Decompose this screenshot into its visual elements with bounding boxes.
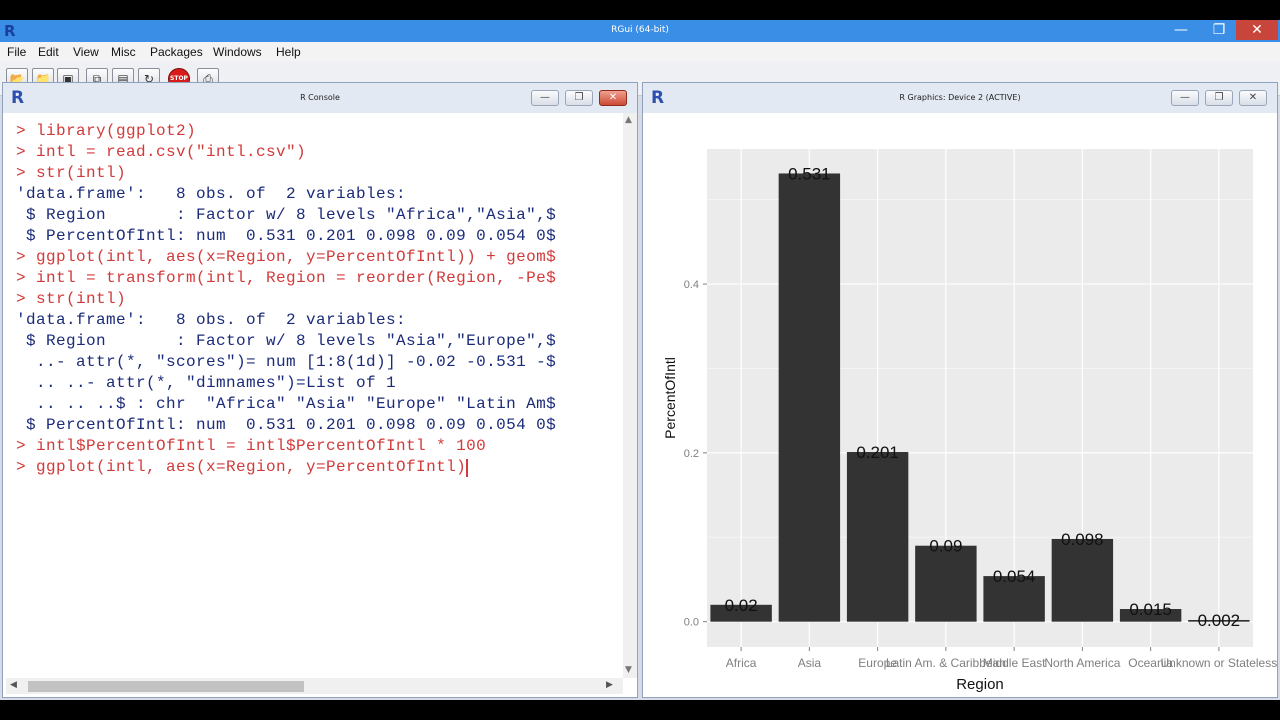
bar-value-label: 0.531 — [788, 164, 831, 183]
console-input-line: > ggplot(intl, aes(x=Region, y=PercentOf… — [16, 248, 557, 266]
console-input-line: > intl = read.csv("intl.csv") — [16, 143, 307, 161]
maximize-button[interactable]: ❐ — [1204, 20, 1234, 40]
console-input-line: > intl$PercentOfIntl = intl$PercentOfInt… — [16, 437, 487, 455]
menu-help[interactable]: Help — [276, 45, 301, 59]
graphics-minimize-button[interactable]: — — [1171, 90, 1199, 106]
scroll-up-icon[interactable]: ▲ — [625, 115, 632, 125]
horizontal-scrollbar[interactable]: ◀ ▶ — [6, 678, 623, 694]
console-close-button[interactable]: ✕ — [599, 90, 627, 106]
x-axis-title: Region — [956, 676, 1004, 693]
console-output-line: .. ..- attr(*, "dimnames")=List of 1 — [16, 374, 397, 392]
bar-value-label: 0.201 — [856, 443, 899, 462]
y-axis-title: PercentOfIntl — [662, 357, 678, 439]
close-button[interactable]: ✕ — [1236, 20, 1278, 40]
menu-edit[interactable]: Edit — [38, 45, 59, 59]
menu-packages[interactable]: Packages — [150, 45, 203, 59]
console-input-line: > str(intl) — [16, 290, 127, 308]
scroll-right-icon[interactable]: ▶ — [606, 680, 613, 690]
console-output-line: 'data.frame': 8 obs. of 2 variables: — [16, 185, 407, 203]
x-tick-label: North America — [1044, 656, 1120, 670]
console-output[interactable]: > library(ggplot2) > intl = read.csv("int… — [6, 113, 623, 673]
console-output-line: $ PercentOfIntl: num 0.531 0.201 0.098 0… — [16, 227, 557, 245]
graphics-restore-button[interactable]: ❐ — [1205, 90, 1233, 106]
bar-value-label: 0.015 — [1129, 600, 1172, 619]
console-output-line: $ Region : Factor w/ 8 levels "Asia","Eu… — [16, 332, 557, 350]
scroll-thumb[interactable] — [28, 681, 304, 692]
bar-chart: 0.00.20.40.02Africa0.531Asia0.201Europe0… — [662, 149, 1277, 693]
console-title-bar[interactable]: R R Console — ❐ ✕ — [3, 83, 637, 113]
console-input-line: > intl = transform(intl, Region = reorde… — [16, 269, 557, 287]
graphics-title-bar[interactable]: R R Graphics: Device 2 (ACTIVE) — ❐ ✕ — [643, 83, 1277, 113]
console-output-line: $ Region : Factor w/ 8 levels "Africa","… — [16, 206, 557, 224]
menu-view[interactable]: View — [73, 45, 99, 59]
console-input-line: > str(intl) — [16, 164, 127, 182]
console-output-line: 'data.frame': 8 obs. of 2 variables: — [16, 311, 407, 329]
bar-europe — [846, 452, 909, 622]
x-tick-label: Unknown or Stateless — [1161, 656, 1277, 670]
graphics-close-button[interactable]: ✕ — [1239, 90, 1267, 106]
x-tick-label: Asia — [798, 656, 822, 670]
bar-north-america — [1051, 538, 1114, 622]
plot-area: 0.0 0.2 0.4 0.02 Africa 0.531 Asia 0.201 Europe 0… — [643, 113, 1277, 697]
bar-latin-am-caribbean — [915, 545, 977, 622]
console-minimize-button[interactable]: — — [531, 90, 559, 106]
console-restore-button[interactable]: ❐ — [565, 90, 593, 106]
bar-value-label: 0.02 — [725, 596, 758, 615]
console-output-line: ..- attr(*, "scores")= num [1:8(1d)] -0.… — [16, 353, 557, 371]
x-tick-label: Africa — [726, 656, 757, 670]
scroll-down-icon[interactable]: ▼ — [625, 665, 632, 675]
console-input-line: > ggplot(intl, aes(x=Region, y=PercentOf… — [16, 458, 467, 476]
r-console-window: R R Console — ❐ ✕ > library(ggplot2) > in… — [2, 82, 638, 698]
y-tick-label: 0.2 — [684, 448, 699, 460]
menu-misc[interactable]: Misc — [111, 45, 136, 59]
menu-file[interactable]: File — [7, 45, 26, 59]
bar-asia — [778, 173, 841, 622]
console-output-line: .. .. ..$ : chr "Africa" "Asia" "Europe"… — [16, 395, 557, 413]
y-tick-label: 0.0 — [684, 617, 699, 629]
bar-value-label: 0.054 — [993, 567, 1036, 586]
text-cursor — [466, 459, 468, 477]
bar-value-label: 0.098 — [1061, 530, 1104, 549]
scroll-left-icon[interactable]: ◀ — [10, 680, 17, 690]
console-input-line: > library(ggplot2) — [16, 122, 197, 140]
menu-windows[interactable]: Windows — [213, 45, 262, 59]
r-graphics-window: R R Graphics: Device 2 (ACTIVE) — ❐ ✕ 0.… — [642, 82, 1278, 698]
bar-value-label: 0.002 — [1198, 611, 1241, 630]
vertical-scrollbar[interactable]: ▲ ▼ — [623, 113, 637, 678]
title-bar[interactable]: R RGui (64-bit) — ❐ ✕ — [0, 20, 1280, 42]
console-output-line: $ PercentOfIntl: num 0.531 0.201 0.098 0… — [16, 416, 557, 434]
x-tick-label: Middle East — [983, 656, 1046, 670]
y-tick-label: 0.4 — [684, 279, 699, 291]
window-title: RGui (64-bit) — [611, 25, 669, 35]
bar-value-label: 0.09 — [929, 537, 962, 556]
screen: R RGui (64-bit) — ❐ ✕ File Edit View Mis… — [0, 0, 1280, 720]
minimize-button[interactable]: — — [1166, 20, 1196, 40]
menu-bar: File Edit View Misc Packages Windows Hel… — [0, 42, 1280, 62]
